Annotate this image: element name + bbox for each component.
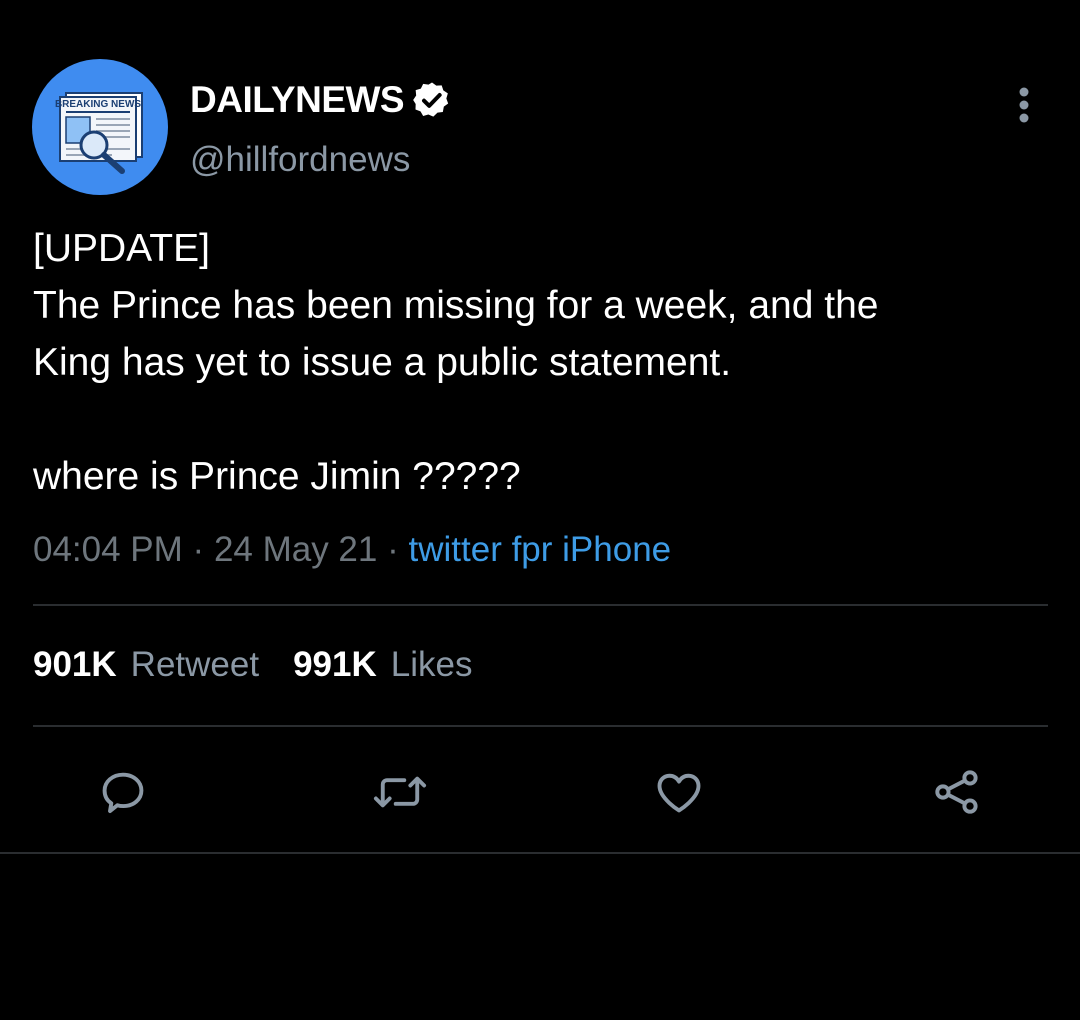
likes-stat[interactable]: 991K Likes bbox=[293, 645, 472, 685]
verified-badge-icon bbox=[412, 80, 452, 120]
avatar-label: BREAKING NEWS bbox=[55, 99, 141, 110]
tweet-stats: 901K Retweet 991K Likes bbox=[33, 645, 472, 685]
retweets-label: Retweet bbox=[130, 645, 260, 684]
avatar-newspaper-icon: BREAKING NEWS bbox=[55, 92, 143, 174]
tweet-source-link[interactable]: twitter fpr iPhone bbox=[409, 530, 672, 569]
share-icon bbox=[935, 770, 978, 814]
avatar[interactable]: BREAKING NEWS bbox=[32, 59, 168, 195]
heart-icon bbox=[657, 773, 701, 813]
meta-separator: · bbox=[192, 530, 205, 569]
more-options-icon[interactable] bbox=[1012, 86, 1036, 126]
display-name[interactable]: DAILYNEWS bbox=[190, 79, 405, 121]
display-name-row[interactable]: DAILYNEWS bbox=[190, 78, 452, 122]
bottom-divider bbox=[0, 852, 1080, 854]
reply-icon bbox=[102, 772, 144, 814]
retweet-button[interactable] bbox=[372, 766, 428, 818]
tweet-time: 04:04 PM bbox=[33, 530, 183, 569]
meta-separator: · bbox=[387, 530, 399, 569]
tweet-meta: 04:04 PM · 24 May 21 · twitter fpr iPhon… bbox=[33, 530, 671, 570]
tweet-text: [UPDATE] The Prince has been missing for… bbox=[33, 227, 879, 498]
likes-label: Likes bbox=[390, 645, 473, 684]
likes-count: 991K bbox=[293, 645, 377, 684]
tweet-detail: BREAKING NEWS DAILYNEWS @hillfordnews [U… bbox=[0, 0, 1080, 1020]
divider bbox=[33, 725, 1048, 727]
retweets-stat[interactable]: 901K Retweet bbox=[33, 645, 259, 685]
retweets-count: 901K bbox=[33, 645, 117, 684]
share-button[interactable] bbox=[929, 766, 985, 818]
user-handle[interactable]: @hillfordnews bbox=[190, 140, 410, 180]
divider bbox=[33, 604, 1048, 606]
retweet-icon bbox=[373, 776, 427, 808]
like-button[interactable] bbox=[651, 766, 707, 818]
reply-button[interactable] bbox=[95, 766, 151, 818]
tweet-date: 24 May 21 bbox=[213, 530, 378, 569]
